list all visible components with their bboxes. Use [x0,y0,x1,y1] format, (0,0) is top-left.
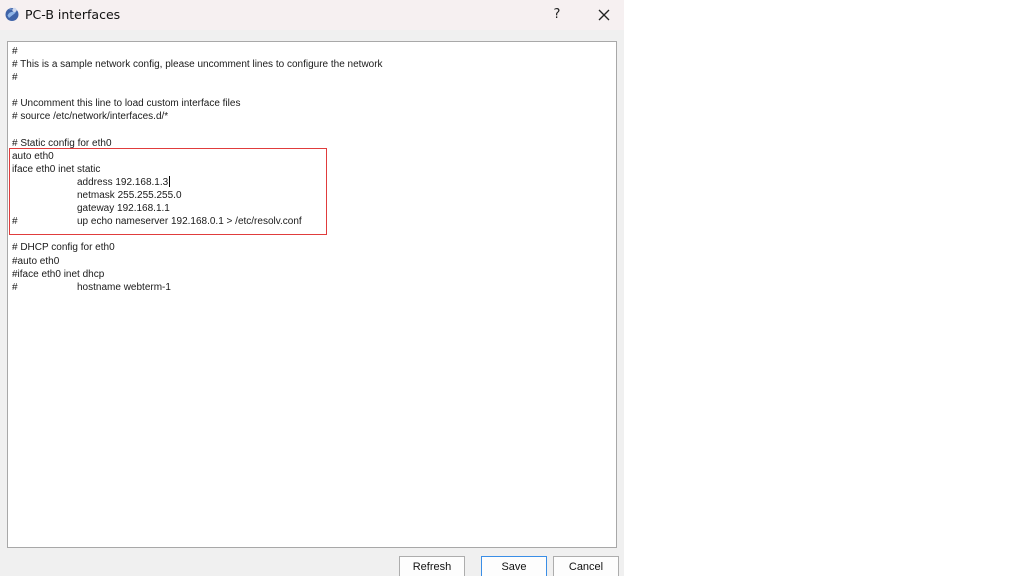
line-text: address 192.168.1.3 [77,176,169,188]
editor-line: #auto eth0 [12,255,383,268]
line-text: # [12,72,18,84]
editor-line [12,84,383,97]
cancel-button[interactable]: Cancel [553,556,619,576]
line-text: # Static config for eth0 [12,137,112,149]
editor-line: address 192.168.1.3 [12,175,383,189]
editor-line: # Static config for eth0 [12,137,383,150]
line-text: #iface eth0 inet dhcp [12,268,105,280]
window-title: PC-B interfaces [25,7,121,22]
line-text: # Uncomment this line to load custom int… [12,98,241,110]
line-text: # [12,46,18,57]
editor-line: auto eth0 [12,150,383,163]
editor-line [12,124,383,137]
editor-line [12,228,383,241]
editor-lines: # # This is a sample network config, plea… [12,45,383,294]
line-text: gateway 192.168.1.1 [77,203,170,215]
line-text: auto eth0 [12,150,54,162]
line-prefix: # [12,216,18,228]
editor-line: iface eth0 inet static [12,163,383,176]
line-text: # DHCP config for eth0 [12,242,115,254]
line-prefix: # [12,281,18,293]
close-icon [598,9,610,21]
interfaces-dialog: PC-B interfaces ? # # This is a sample ne… [0,0,624,576]
editor-line: # [12,71,383,84]
editor-line: # up echo nameserver 192.168.0.1 > /etc/r… [12,215,383,228]
text-caret [169,175,171,187]
editor-line: # DHCP config for eth0 [12,241,383,254]
editor-line: # This is a sample network config, pleas… [12,58,383,71]
editor-line: # hostname webterm-1 [12,281,383,294]
line-text: iface eth0 inet static [12,163,101,175]
line-text: hostname webterm-1 [77,281,171,293]
editor-line: gateway 192.168.1.1 [12,202,383,215]
editor-line: # Uncomment this line to load custom int… [12,97,383,110]
editor-line: #iface eth0 inet dhcp [12,268,383,281]
refresh-button[interactable]: Refresh [399,556,465,576]
line-text: netmask 255.255.255.0 [77,190,182,202]
close-button[interactable] [591,4,617,26]
line-text: # This is a sample network config, pleas… [12,59,383,71]
editor-line: # [12,45,383,58]
config-text-editor[interactable]: # # This is a sample network config, plea… [7,41,617,548]
title-bar[interactable]: PC-B interfaces ? [0,0,624,30]
help-button[interactable]: ? [545,4,569,26]
editor-line: # source /etc/network/interfaces.d/* [12,110,383,123]
editor-line: netmask 255.255.255.0 [12,189,383,202]
app-logo-icon [5,7,19,21]
save-button[interactable]: Save [481,556,547,576]
line-text: # source /etc/network/interfaces.d/* [12,111,169,123]
line-text: up echo nameserver 192.168.0.1 > /etc/re… [77,216,302,228]
line-text: #auto eth0 [12,255,60,267]
